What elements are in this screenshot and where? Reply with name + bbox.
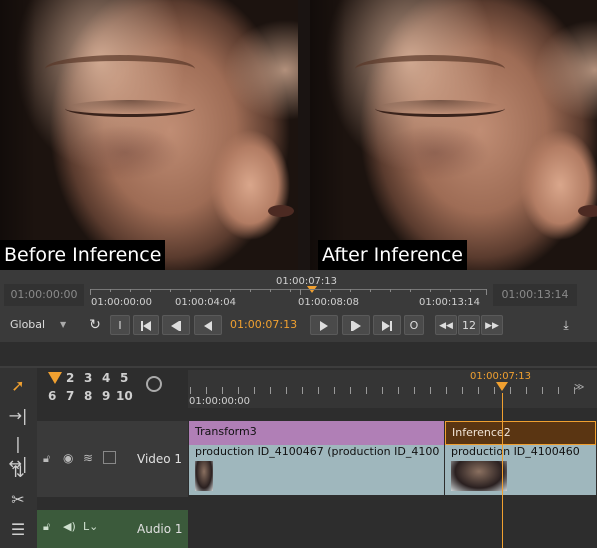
ruler-label-0: 01:00:00:00 [91,297,153,308]
previous-frame-button[interactable] [162,315,190,335]
audio-track-header[interactable]: 🔓︎ ◀) L⌄ Audio 1 [37,510,188,548]
ruler-label-2: 01:00:08:08 [298,297,360,308]
layer-5[interactable]: 5 [120,371,128,385]
clip-source-label: production ID_4100467 (production ID_410… [195,445,440,458]
timeline-ruler[interactable]: 01:00:07:13 01:00:00:00 ≫ [188,370,597,408]
view-mode-label: Global [10,318,46,331]
timeline-playhead-label: 01:00:07:13 [470,371,532,382]
timeline-toolbar: ➚ →| |↔| ⇅ ✂ ☰ [0,368,37,548]
media-icon[interactable] [103,451,116,464]
layer-selector: 2 3 4 5 6 7 8 9 10 [44,370,188,408]
viewer: Before Inference After Inference [0,0,597,270]
timecode-in[interactable]: 01:00:00:00 [4,284,84,306]
before-label: Before Inference [0,240,166,270]
play-backward-button[interactable] [194,315,222,335]
viewer-divider [298,0,310,270]
layer-marker-icon[interactable] [48,372,62,384]
target-icon[interactable] [146,376,162,392]
eye-icon[interactable]: ◉ [63,451,73,465]
lock-icon[interactable]: 🔓︎ [43,520,50,534]
layer-2[interactable]: 2 [66,371,74,385]
current-time[interactable]: 01:00:07:13 [230,315,306,335]
select-tool-icon[interactable]: ➚ [6,376,30,396]
timecode-out[interactable]: 01:00:13:14 [493,284,577,306]
layer-7[interactable]: 7 [66,389,74,403]
video-clip[interactable]: production ID_4100460 [445,445,596,495]
timeline-ruler-start: 01:00:00:00 [189,396,251,407]
clip-effect-label: Transform3 [195,425,257,438]
layer-8[interactable]: 8 [84,389,92,403]
inference-effect-clip[interactable]: Inference2 [445,421,596,445]
clip-thumbnail [451,461,507,491]
go-to-end-button[interactable] [373,315,401,335]
slip-tool-icon[interactable]: ⇅ [6,462,30,482]
layer-9[interactable]: 9 [102,389,110,403]
frame-step-field[interactable]: 12 [458,315,480,335]
step-back-button[interactable]: ◀◀ [435,315,457,335]
chevron-down-icon: ▼ [60,320,67,329]
clip-thumbnail [195,461,213,491]
in-point-button[interactable]: I [110,315,130,335]
transform-effect-clip[interactable]: Transform3 [189,421,444,445]
loop-mode-icon[interactable]: ↻ [84,315,106,335]
ruler-ticks [190,387,590,394]
after-label: After Inference [318,240,467,270]
transport-bar: 01:00:00:00 01:00:13:14 01:00:07:13 01:0… [0,270,597,342]
ruler-label-1: 01:00:04:04 [175,297,237,308]
clip-source-label: production ID_4100460 [451,445,580,458]
hand-tool-icon[interactable]: ☰ [6,520,30,540]
step-forward-button[interactable]: ▶▶ [481,315,503,335]
next-frame-button[interactable] [342,315,370,335]
layer-6[interactable]: 6 [48,389,56,403]
view-mode-dropdown[interactable]: Global ▼ [4,315,70,335]
lock-icon[interactable]: 🔓︎ [43,452,50,466]
ruler-label-3: 01:00:13:14 [419,297,481,308]
layer-3[interactable]: 3 [84,371,92,385]
track-select-icon[interactable]: →| [6,406,30,426]
play-forward-button[interactable] [310,315,338,335]
viewer-scrubber[interactable]: 01:00:07:13 01:00:00:00 01:00:04:04 01:0… [90,272,487,308]
razor-tool-icon[interactable]: ✂ [6,490,30,510]
playhead-line[interactable] [502,393,503,548]
go-to-start-button[interactable] [133,315,159,335]
after-image [310,0,597,270]
video-track-name: Video 1 [137,452,183,466]
trim-tool-icon[interactable]: |↔| [6,434,30,473]
video-track-header[interactable]: 🔓︎ ◉ ≋ Video 1 [37,421,188,497]
speaker-icon[interactable]: ◀) [63,520,76,533]
layer-4[interactable]: 4 [102,371,110,385]
collapse-icon[interactable]: ≫ [574,382,584,393]
clip-effect-label: Inference2 [452,426,511,439]
audio-track-name: Audio 1 [137,522,183,536]
layer-10[interactable]: 10 [116,389,133,403]
before-image [0,0,298,270]
video-clip[interactable]: production ID_4100467 (production ID_410… [189,445,444,495]
channel-icon[interactable]: L⌄ [83,520,98,533]
export-icon[interactable]: ⤓ [556,315,576,335]
out-point-button[interactable]: O [404,315,424,335]
timeline-playhead-icon[interactable] [496,382,508,391]
layers-icon[interactable]: ≋ [83,451,93,465]
